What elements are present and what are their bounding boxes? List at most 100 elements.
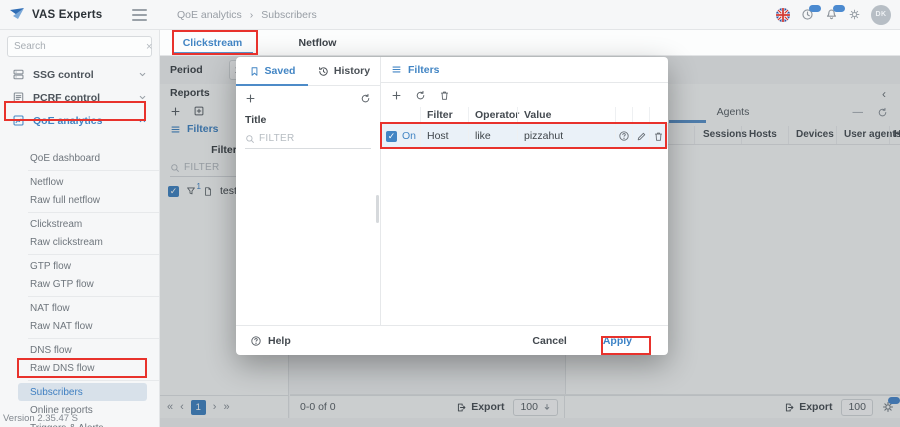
filters-table-header: Filter Operator Value [381, 107, 668, 124]
server-icon [12, 68, 25, 81]
column-header-operator: Operator [468, 107, 517, 123]
sidebar-item-subscribers[interactable]: Subscribers [18, 383, 147, 401]
sidebar-nav: SSG control PCRF control QoE analytics [0, 63, 159, 132]
sidebar-item-raw-gtp-flow[interactable]: Raw GTP flow [0, 275, 159, 293]
sidebar-item-raw-clickstream[interactable]: Raw clickstream [0, 233, 159, 251]
apply-button[interactable]: Apply [603, 335, 632, 347]
sidebar-toggle-icon[interactable] [132, 6, 147, 24]
sidebar-item-qoe-dashboard[interactable]: QoE dashboard [0, 149, 159, 167]
help-circle-icon[interactable] [618, 130, 630, 142]
sidebar-item-nat-flow[interactable]: NAT flow [0, 299, 159, 317]
history-icon [318, 66, 329, 77]
tab-saved[interactable]: Saved [236, 57, 308, 85]
header-actions: DK [776, 5, 900, 25]
column-header-filter: Filter [420, 107, 468, 123]
sidebar-item-qoe-analytics[interactable]: QoE analytics [0, 109, 159, 132]
sidebar-item-label: QoE analytics [33, 115, 102, 127]
filter-value-cell[interactable]: pizzahut [517, 124, 615, 148]
trash-icon[interactable] [439, 90, 450, 101]
app-root: VAS Experts QoE analytics › Subscribers [0, 0, 900, 427]
analytics-chart-icon [12, 114, 25, 127]
list-filters-icon [391, 64, 402, 75]
filters-toolbar [381, 83, 668, 107]
saved-toolbar [236, 86, 380, 110]
search-icon [245, 134, 255, 144]
refresh-icon[interactable] [415, 90, 426, 101]
menu-separator [28, 296, 159, 297]
version-label: Version 2.35.47 S [3, 413, 78, 424]
trash-icon[interactable] [653, 131, 664, 142]
filter-row[interactable]: ✓ On Host like pizzahut [381, 124, 668, 148]
brand-name: VAS Experts [32, 9, 102, 21]
filter-enabled-checkbox[interactable]: ✓ [386, 131, 397, 142]
breadcrumb-separator-icon: › [250, 9, 254, 21]
sidebar-item-raw-nat-flow[interactable]: Raw NAT flow [0, 317, 159, 335]
sidebar-item-label: SSG control [33, 69, 94, 81]
bookmark-icon [249, 66, 260, 77]
saved-filters-pane: Saved History Title [236, 57, 381, 325]
filter-field-cell[interactable]: Host [420, 124, 468, 148]
notification-badge [833, 5, 845, 12]
filter-operator-cell[interactable]: like [468, 124, 517, 148]
sidebar-search[interactable]: × [7, 36, 152, 57]
sidebar-item-pcrf-control[interactable]: PCRF control [0, 86, 159, 109]
user-avatar[interactable]: DK [871, 5, 891, 25]
help-circle-icon [250, 335, 262, 347]
sidebar-item-clickstream[interactable]: Clickstream [0, 215, 159, 233]
sidebar-item-raw-dns-flow[interactable]: Raw DNS flow [0, 359, 159, 377]
filters-editor-pane: Filters Filter Operator Value ✓ [381, 57, 668, 325]
dialog-tabs: Saved History [236, 57, 380, 86]
brand: VAS Experts [0, 0, 160, 29]
edit-pencil-icon[interactable] [636, 131, 647, 142]
sidebar-item-ssg-control[interactable]: SSG control [0, 63, 159, 86]
help-button[interactable]: Help [250, 335, 291, 347]
tab-history[interactable]: History [308, 57, 380, 85]
history-notifications[interactable] [801, 8, 814, 21]
qoe-analytics-submenu: QoE dashboard Netflow Raw full netflow C… [0, 149, 159, 427]
breadcrumb-current: Subscribers [261, 9, 316, 21]
chevron-up-icon [138, 116, 147, 125]
list-doc-icon [12, 91, 25, 104]
menu-separator [28, 212, 159, 213]
filters-dialog: Saved History Title [236, 57, 668, 355]
language-flag-icon[interactable] [776, 8, 790, 22]
vas-experts-logo-icon [9, 7, 26, 22]
filters-pane-header: Filters [381, 57, 668, 83]
refresh-icon[interactable] [360, 93, 371, 104]
menu-separator [28, 338, 159, 339]
scrollbar-thumb[interactable] [376, 195, 379, 223]
breadcrumb-parent[interactable]: QoE analytics [177, 9, 242, 21]
title-column-header: Title [236, 110, 380, 128]
menu-separator [28, 170, 159, 171]
chevron-down-icon [138, 70, 147, 79]
help-label: Help [268, 335, 291, 347]
chevron-down-icon [138, 93, 147, 102]
settings-gear-icon[interactable] [849, 9, 860, 20]
sidebar-item-gtp-flow[interactable]: GTP flow [0, 257, 159, 275]
tab-history-label: History [334, 65, 370, 77]
title-search[interactable] [245, 130, 371, 149]
tab-clickstream[interactable]: Clickstream [160, 30, 265, 55]
add-saved-filter-icon[interactable] [245, 93, 256, 104]
cancel-button[interactable]: Cancel [532, 335, 566, 347]
menu-separator [28, 380, 159, 381]
sidebar: × SSG control PCRF control [0, 30, 160, 427]
notification-badge [809, 5, 821, 12]
filters-pane-title: Filters [408, 64, 440, 76]
column-header-value: Value [517, 107, 615, 123]
sidebar-item-label: PCRF control [33, 92, 100, 104]
dialog-footer: Help Cancel Apply [236, 325, 668, 355]
alerts-notifications[interactable] [825, 8, 838, 21]
page-tabbar: Clickstream Netflow [160, 30, 900, 56]
clear-search-icon[interactable]: × [146, 41, 152, 53]
tab-netflow[interactable]: Netflow [265, 30, 370, 55]
menu-separator [28, 254, 159, 255]
add-filter-icon[interactable] [391, 90, 402, 101]
title-search-input[interactable] [259, 133, 371, 144]
sidebar-item-raw-full-netflow[interactable]: Raw full netflow [0, 191, 159, 209]
sidebar-item-netflow[interactable]: Netflow [0, 173, 159, 191]
sidebar-search-input[interactable] [14, 41, 146, 52]
sidebar-item-dns-flow[interactable]: DNS flow [0, 341, 159, 359]
breadcrumb: QoE analytics › Subscribers [160, 9, 317, 21]
tab-saved-label: Saved [265, 65, 296, 77]
